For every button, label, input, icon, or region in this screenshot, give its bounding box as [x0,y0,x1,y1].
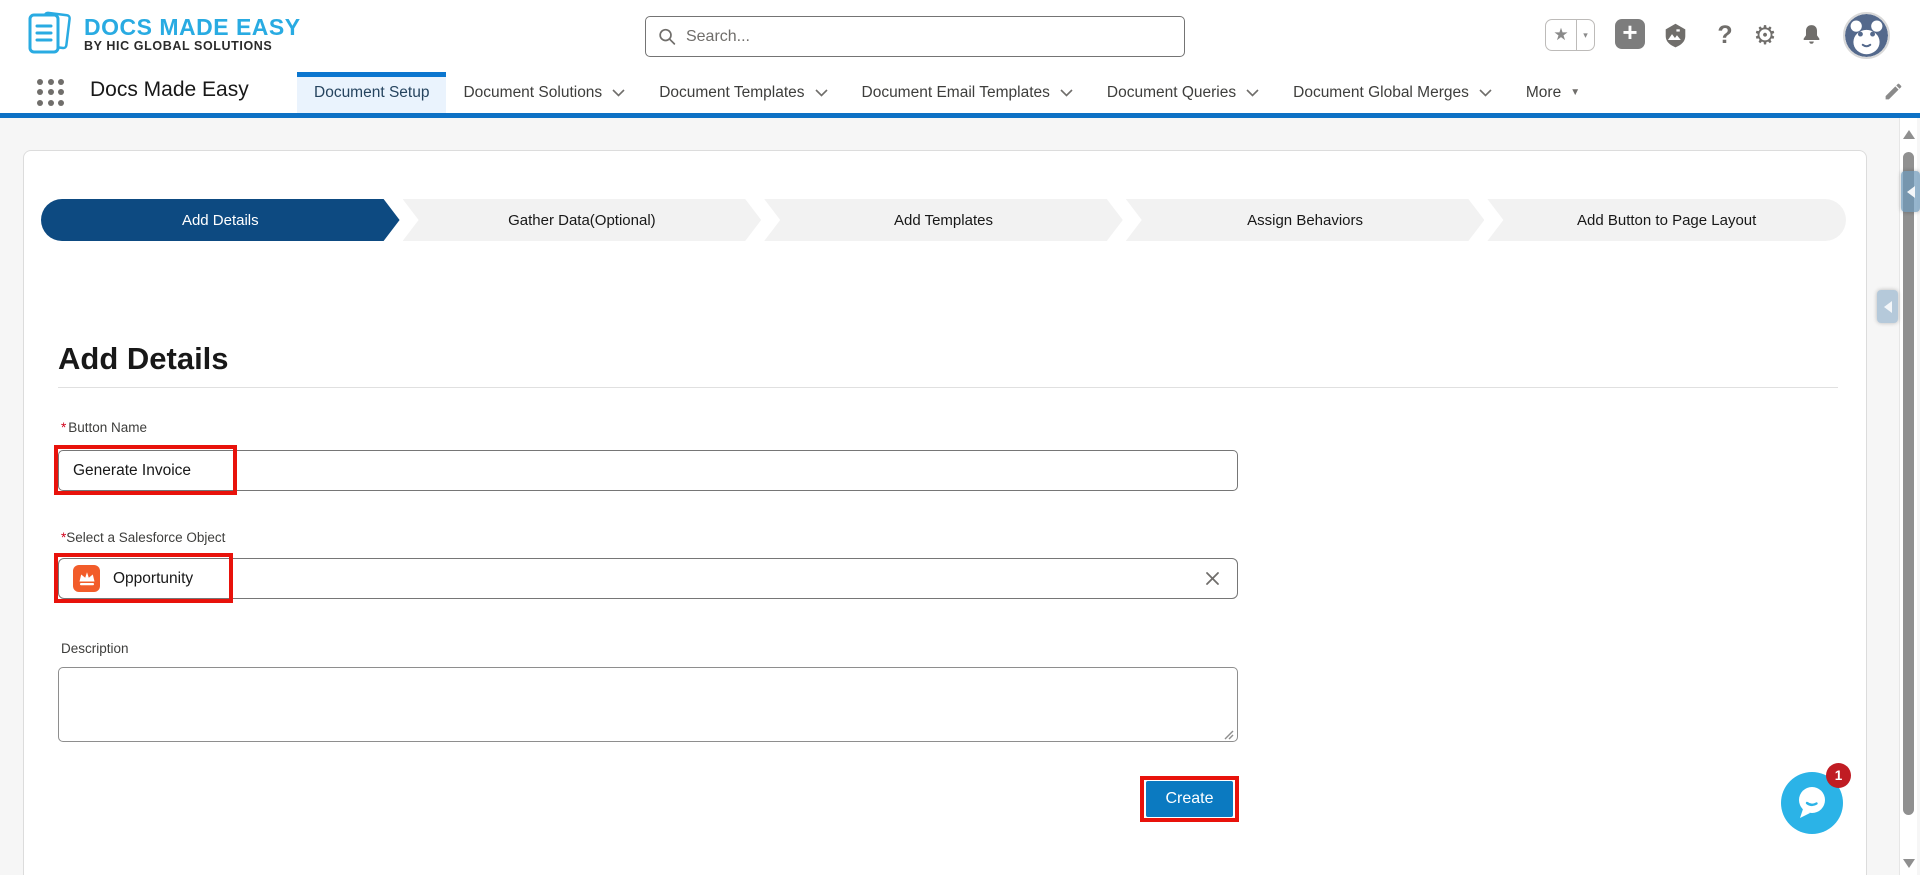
tab-document-global-merges[interactable]: Document Global Merges [1276,72,1509,113]
question-mark-icon: ? [1717,20,1733,49]
create-button[interactable]: Create [1146,781,1233,817]
pencil-icon [1885,83,1902,100]
chevron-down-icon [612,88,625,97]
button-name-input[interactable] [58,450,1238,491]
path-step-gather-data[interactable]: Gather Data(Optional) [403,199,762,241]
gear-icon: ⚙ [1753,20,1777,50]
chevron-down-icon[interactable]: ▾ [1577,20,1594,50]
scroll-up-arrow[interactable] [1903,130,1915,139]
chevron-left-icon [1906,185,1915,198]
caret-down-icon: ▼ [1570,87,1581,98]
side-panel-handle[interactable] [1877,290,1898,323]
chat-unread-badge: 1 [1826,763,1851,788]
path-step-label: Gather Data(Optional) [508,211,656,229]
koala-avatar-icon [1845,14,1888,57]
notifications-button[interactable] [1796,21,1826,49]
path-step-label: Add Templates [894,211,993,229]
global-actions-button[interactable]: + [1615,19,1645,49]
chevron-left-icon [1883,300,1892,313]
chat-bubble-icon [1799,787,1825,818]
path-step-assign-behaviors[interactable]: Assign Behaviors [1126,199,1485,241]
salesforce-object-pill[interactable]: Opportunity [58,558,1238,599]
tab-label: Document Queries [1106,83,1237,101]
path-step-label: Add Button to Page Layout [1577,211,1757,229]
app-nav-bar: Docs Made Easy Document Setup Document S… [0,72,1920,113]
salesforce-object-label: *Select a Salesforce Object [61,530,226,545]
tab-document-solutions[interactable]: Document Solutions [446,72,642,113]
more-label: More [1525,83,1562,101]
edit-nav-button[interactable] [1883,81,1904,107]
chevron-down-icon [1246,88,1259,97]
guidance-button[interactable] [1660,21,1690,49]
setup-button[interactable]: ⚙ [1750,21,1780,49]
chevron-down-icon [814,88,828,97]
path-step-add-templates[interactable]: Add Templates [764,199,1123,241]
path-step-add-button-to-page-layout[interactable]: Add Button to Page Layout [1487,199,1846,241]
global-search[interactable] [645,16,1185,57]
favorites-combo[interactable]: ★ ▾ [1545,19,1595,51]
app-logo: DOCS MADE EASY BY HIC GLOBAL SOLUTIONS [22,9,301,59]
document-setup-card: Add Details Gather Data(Optional) Add Te… [23,150,1867,875]
chevron-down-icon [1060,88,1073,97]
help-button[interactable]: ? [1710,21,1740,49]
global-header: DOCS MADE EASY BY HIC GLOBAL SOLUTIONS ★… [0,0,1920,72]
setup-path: Add Details Gather Data(Optional) Add Te… [41,199,1846,241]
scroll-down-arrow[interactable] [1903,859,1915,868]
docs-logo-icon [28,11,71,54]
description-label: Description [61,641,129,656]
vertical-scrollbar[interactable] [1899,118,1917,875]
app-name: Docs Made Easy [90,78,249,101]
brand-title: DOCS MADE EASY [84,14,301,40]
path-step-label: Add Details [181,211,259,229]
clear-selection-button[interactable] [1201,568,1223,590]
search-input[interactable] [685,27,1172,46]
plus-icon: + [1622,17,1638,47]
star-icon[interactable]: ★ [1546,20,1576,50]
tab-document-queries[interactable]: Document Queries [1090,72,1276,113]
required-asterisk: * [61,420,67,435]
tab-label: Document Email Templates [861,83,1050,101]
tab-label: Document Global Merges [1293,83,1469,101]
chevron-down-icon [1479,88,1492,97]
button-name-label: * Button Name [61,420,148,435]
tab-document-setup[interactable]: Document Setup [297,72,447,113]
tab-label: Document Setup [314,83,430,101]
description-textarea[interactable] [58,667,1238,742]
tab-document-templates[interactable]: Document Templates [642,72,844,113]
brand-subtitle: BY HIC GLOBAL SOLUTIONS [84,39,273,53]
side-panel-handle[interactable] [1901,171,1920,212]
nav-tabs: Document Setup Document Solutions Docume… [297,72,1597,113]
search-icon [659,28,676,45]
divider [58,387,1838,388]
opportunity-crown-icon [73,565,100,592]
tab-more[interactable]: More ▼ [1509,72,1597,113]
tab-document-email-templates[interactable]: Document Email Templates [845,72,1090,113]
tab-label: Document Templates [659,83,805,101]
app-launcher-icon[interactable] [37,79,65,106]
bell-icon [1803,25,1819,44]
close-icon [1205,572,1219,585]
user-avatar[interactable] [1843,12,1890,59]
mountain-shield-icon [1665,23,1685,47]
scrollbar-thumb[interactable] [1903,152,1914,815]
page-title: Add Details [58,341,229,376]
tab-label: Document Solutions [463,83,603,101]
path-step-label: Assign Behaviors [1247,211,1364,229]
selected-object-value: Opportunity [113,569,194,587]
path-step-add-details[interactable]: Add Details [41,199,400,241]
